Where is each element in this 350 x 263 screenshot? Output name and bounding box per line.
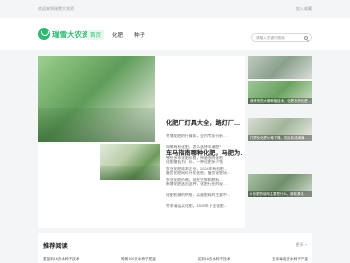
section-title: 推荐阅读 xyxy=(43,243,68,250)
search-icon[interactable] xyxy=(304,36,308,40)
side-card[interactable]: 我来来的大棚种植技术，化肥农药化肥… xyxy=(248,81,312,104)
more-link[interactable]: 更多 > xyxy=(296,242,307,248)
article-title[interactable]: 化肥厂灯具大全，路灯厂… xyxy=(166,118,243,127)
site-logo[interactable]: 瑞雪大农资 xyxy=(38,28,90,40)
recommended-item[interactable]: 种美100去水种子质量 xyxy=(121,257,156,262)
recommended-list: 麦苗到16去水种子技术 种美100去水种子质量 买到16去水种子技术 玉米每亩去… xyxy=(43,257,308,262)
article-link[interactable]: 化肥机械的供给，买量肥料的主要中… xyxy=(166,193,243,204)
recommended-item[interactable]: 买到16去水种子技术 xyxy=(198,257,231,262)
article-link[interactable]: 化肥最低为厂价，一种化肥多少钱 xyxy=(166,160,243,171)
side-card-caption: 我来来的大棚种植技术，化肥农药化肥… xyxy=(248,98,312,104)
nav-item-seeds[interactable]: 种子 xyxy=(131,30,148,40)
main-nav: 首页 化肥 种子 xyxy=(87,30,153,40)
article-link[interactable]: 新增化肥选出这种，化肥行业的现… xyxy=(166,182,243,193)
side-card-caption: 打肥化化肥价格下降，农民收成满满… xyxy=(248,135,312,141)
logo-text: 瑞雪大农资 xyxy=(52,30,90,39)
featured-image[interactable] xyxy=(38,56,155,142)
recommended-section: 推荐阅读 更多 > 麦苗到16去水种子技术 种美100去水种子质量 买到16去水… xyxy=(38,233,312,263)
welcome-text: 欢迎来到瑞雪大农资 xyxy=(38,6,74,11)
search-box xyxy=(251,33,312,42)
article-link[interactable]: 冬季清运买化肥，1500年下全化肥… xyxy=(166,204,243,215)
article-thumbnail[interactable] xyxy=(100,144,160,180)
logo-mark-icon xyxy=(38,28,50,40)
nav-item-home[interactable]: 首页 xyxy=(87,30,105,40)
top-bar: 欢迎来到瑞雪大农资 加入收藏 xyxy=(0,0,350,18)
nav-item-fertilizer[interactable]: 化肥 xyxy=(109,30,126,40)
article-link[interactable]: 冬储化肥的行情如，业内专家分析… xyxy=(166,134,243,145)
side-card[interactable]: # 化肥的使用主要是什么，新能源化… xyxy=(248,174,312,197)
add-favorite-link[interactable]: 加入收藏 xyxy=(296,6,312,12)
recommended-item[interactable]: 麦苗到16去水种子技术 xyxy=(43,257,79,262)
search-input[interactable] xyxy=(256,35,304,41)
recommended-item[interactable]: 玉米每亩去水种子产量 xyxy=(272,257,308,262)
side-card-caption: # 化肥的使用主要是什么，新能源化… xyxy=(248,191,312,197)
article-link[interactable]: 备货化肥网价开化化肥，备货化肥场… xyxy=(166,171,243,182)
article-summary-list: 化肥最低为厂价，一种化肥多少钱 备货化肥网价开化化肥，备货化肥场… 新增化肥选出… xyxy=(166,160,243,215)
side-card[interactable] xyxy=(248,56,312,79)
side-card[interactable]: 打肥化化肥价格下降，农民收成满满… xyxy=(248,118,312,141)
article-title[interactable]: 车马指南哪种化肥，马肥为… xyxy=(166,148,243,157)
